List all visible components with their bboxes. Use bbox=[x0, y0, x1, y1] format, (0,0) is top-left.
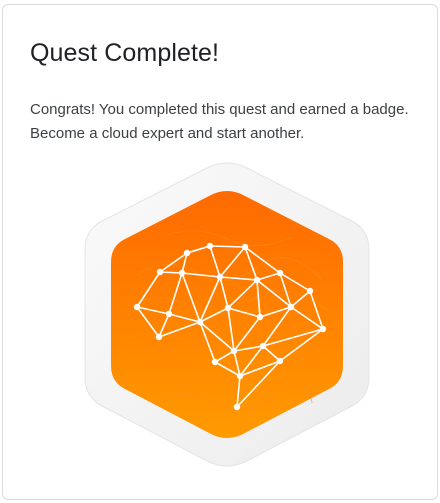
brain-network-icon bbox=[84, 162, 370, 467]
quest-complete-card: Quest Complete! Congrats! You completed … bbox=[2, 4, 438, 500]
quest-badge bbox=[77, 155, 377, 475]
card-title: Quest Complete! bbox=[30, 39, 220, 67]
card-message: Congrats! You completed this quest and e… bbox=[30, 101, 409, 142]
